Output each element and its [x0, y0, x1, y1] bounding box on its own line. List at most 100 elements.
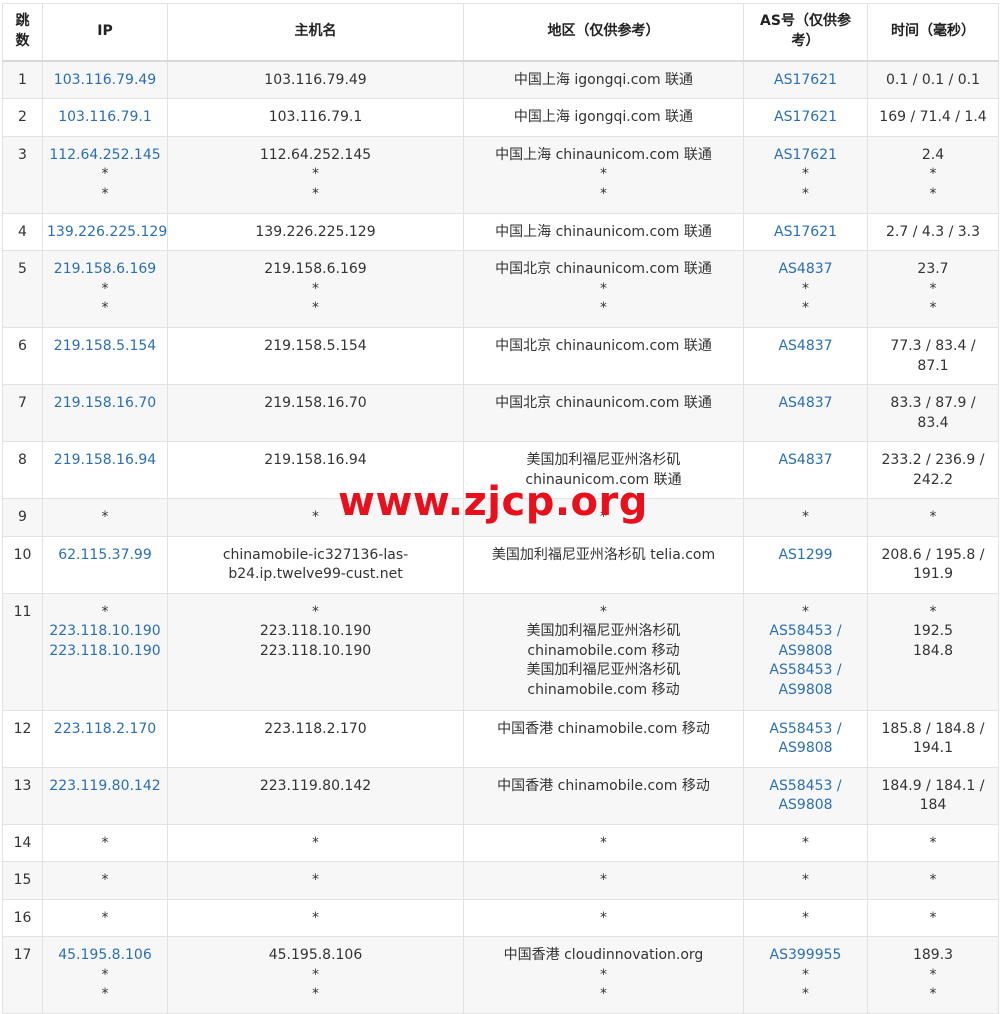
host-text: 223.119.80.142 — [259, 777, 372, 794]
region-text: * — [600, 966, 607, 983]
host-text: 139.226.225.129 — [255, 223, 376, 240]
hop-cell: 16 — [2, 898, 43, 937]
region-text: * — [600, 834, 607, 851]
host-text: 103.116.79.1 — [268, 109, 363, 125]
as-link[interactable]: AS4837 — [748, 451, 863, 471]
as-cell: AS17621 — [743, 60, 868, 99]
as-text: * — [802, 834, 809, 851]
as-cell: AS4837 * * — [743, 250, 868, 328]
hostname-cell: 223.118.2.170 — [167, 709, 464, 768]
host-text: 223.118.2.170 — [264, 720, 367, 737]
as-link[interactable]: AS17621 — [748, 71, 863, 91]
ip-link[interactable]: 112.64.252.145 — [47, 146, 163, 166]
hop-cell: 7 — [2, 384, 43, 442]
ip-link[interactable]: 219.158.6.169 — [47, 260, 163, 280]
as-link[interactable]: AS399955 — [748, 946, 863, 966]
as-cell: AS399955 * * — [743, 936, 868, 1014]
ip-link[interactable]: 223.119.80.142 — [47, 777, 163, 797]
as-link[interactable]: AS17621 — [748, 223, 863, 243]
hop-cell: 2 — [2, 98, 43, 137]
hostname-cell: 112.64.252.145 * * — [167, 135, 464, 214]
time-cell: 184.9 / 184.1 / 184 — [867, 766, 999, 825]
time-cell: 169 / 71.4 / 1.4 — [867, 98, 999, 137]
time-text: 77.3 / 83.4 / — [890, 338, 976, 354]
time-text: 191.9 — [912, 566, 954, 582]
table-row: 7 219.158.16.70 219.158.16.70 中国北京 chinauni… — [2, 384, 999, 442]
ip-cell: * — [42, 823, 168, 862]
ip-link[interactable]: 223.118.2.170 — [47, 720, 163, 740]
as-link[interactable]: AS9808 — [748, 642, 863, 662]
as-link[interactable]: AS1299 — [748, 546, 863, 566]
time-text: 169 / 71.4 / 1.4 — [879, 109, 987, 125]
as-link[interactable]: AS4837 — [748, 394, 863, 414]
region-text: 中国香港 chinamobile.com 移动 — [497, 777, 710, 794]
as-link[interactable]: AS58453 / — [748, 720, 863, 740]
ip-link[interactable]: 219.158.5.154 — [47, 337, 163, 357]
as-link[interactable]: AS9808 — [748, 796, 863, 816]
host-text: * — [312, 909, 319, 926]
region-cell: * — [463, 898, 744, 937]
ip-cell: 112.64.252.145 * * — [42, 135, 168, 214]
host-text: 103.116.79.49 — [264, 71, 367, 88]
region-text: 中国北京 chinaunicom.com 联通 — [495, 338, 712, 354]
ip-link[interactable]: 139.226.225.129 — [47, 223, 167, 243]
hostname-cell: * — [167, 898, 464, 937]
as-link[interactable]: AS9808 — [748, 681, 863, 701]
ip-text: * — [101, 166, 109, 182]
time-cell: 185.8 / 184.8 / 194.1 — [867, 709, 999, 768]
ip-link[interactable]: 219.158.16.70 — [47, 394, 163, 414]
as-link[interactable]: AS4837 — [748, 260, 863, 280]
time-cell: 2.4 * * — [867, 135, 999, 214]
hostname-cell: 219.158.16.70 — [167, 384, 464, 442]
ip-link[interactable]: 223.118.10.190 — [47, 642, 163, 662]
time-text: * — [929, 509, 937, 525]
host-text: chinamobile-ic327136-las- — [222, 546, 409, 563]
region-text: * — [600, 603, 607, 620]
host-text: 45.195.8.106 — [268, 947, 363, 963]
ip-link[interactable]: 103.116.79.1 — [47, 108, 163, 128]
ip-link[interactable]: 223.118.10.190 — [47, 622, 163, 642]
ip-cell: 223.118.2.170 — [42, 709, 168, 768]
hop-cell: 1 — [2, 60, 43, 99]
ip-text: * — [101, 280, 109, 297]
hostname-cell: * — [167, 498, 464, 537]
region-cell: 美国加利福尼亚州洛杉矶 telia.com — [463, 535, 744, 594]
ip-text: * — [101, 872, 109, 888]
hostname-cell: * — [167, 861, 464, 900]
region-cell: * 美国加利福尼亚州洛杉矶 chinamobile.com 移动 美国加利福尼亚州洛杉… — [463, 592, 744, 711]
as-cell: AS1299 — [743, 535, 868, 594]
table-row: 15 * * * * * — [2, 861, 999, 900]
as-link[interactable]: AS17621 — [748, 146, 863, 166]
as-cell: AS4837 — [743, 441, 868, 499]
as-link[interactable]: AS58453 / — [748, 777, 863, 797]
host-text: * — [312, 300, 319, 316]
ip-cell: 223.119.80.142 — [42, 766, 168, 825]
ip-text: * — [101, 834, 109, 851]
region-text: 美国加利福尼亚州洛杉矶 telia.com — [491, 546, 716, 563]
ip-link[interactable]: 62.115.37.99 — [47, 546, 163, 566]
ip-link[interactable]: 219.158.16.94 — [47, 451, 163, 471]
region-text: 中国北京 chinaunicom.com 联通 — [495, 395, 712, 411]
column-header-as: AS号（仅供参考） — [743, 3, 868, 62]
hostname-cell: chinamobile-ic327136-las-b24.ip.twelve99… — [167, 535, 464, 594]
as-link[interactable]: AS17621 — [748, 108, 863, 128]
host-text: * — [312, 509, 319, 525]
host-text: b24.ip.twelve99-cust.net — [228, 566, 403, 582]
as-link[interactable]: AS9808 — [748, 739, 863, 759]
ip-link[interactable]: 45.195.8.106 — [47, 946, 163, 966]
region-cell: 中国上海 igongqi.com 联通 — [463, 60, 744, 99]
table-row: 12 223.118.2.170 223.118.2.170 中国香港 chinamo… — [2, 709, 999, 768]
time-cell: 233.2 / 236.9 / 242.2 — [867, 441, 999, 499]
as-link[interactable]: AS58453 / — [748, 622, 863, 642]
column-header-region: 地区（仅供参考） — [463, 3, 744, 62]
table-row: 17 45.195.8.106 * * 45.195.8.106 * * 中国香港 cloud… — [2, 936, 999, 1014]
ip-link[interactable]: 103.116.79.49 — [47, 71, 163, 91]
region-cell: 中国北京 chinaunicom.com 联通 — [463, 327, 744, 385]
time-text: 184.8 — [912, 642, 954, 659]
as-link[interactable]: AS58453 / — [748, 661, 863, 681]
time-cell: 2.7 / 4.3 / 3.3 — [867, 212, 999, 251]
time-text: 185.8 / 184.8 / — [881, 720, 985, 737]
as-link[interactable]: AS4837 — [748, 337, 863, 357]
table-row: 11 * 223.118.10.190 223.118.10.190 * 223.118.… — [2, 592, 999, 711]
ip-text: * — [101, 909, 109, 926]
